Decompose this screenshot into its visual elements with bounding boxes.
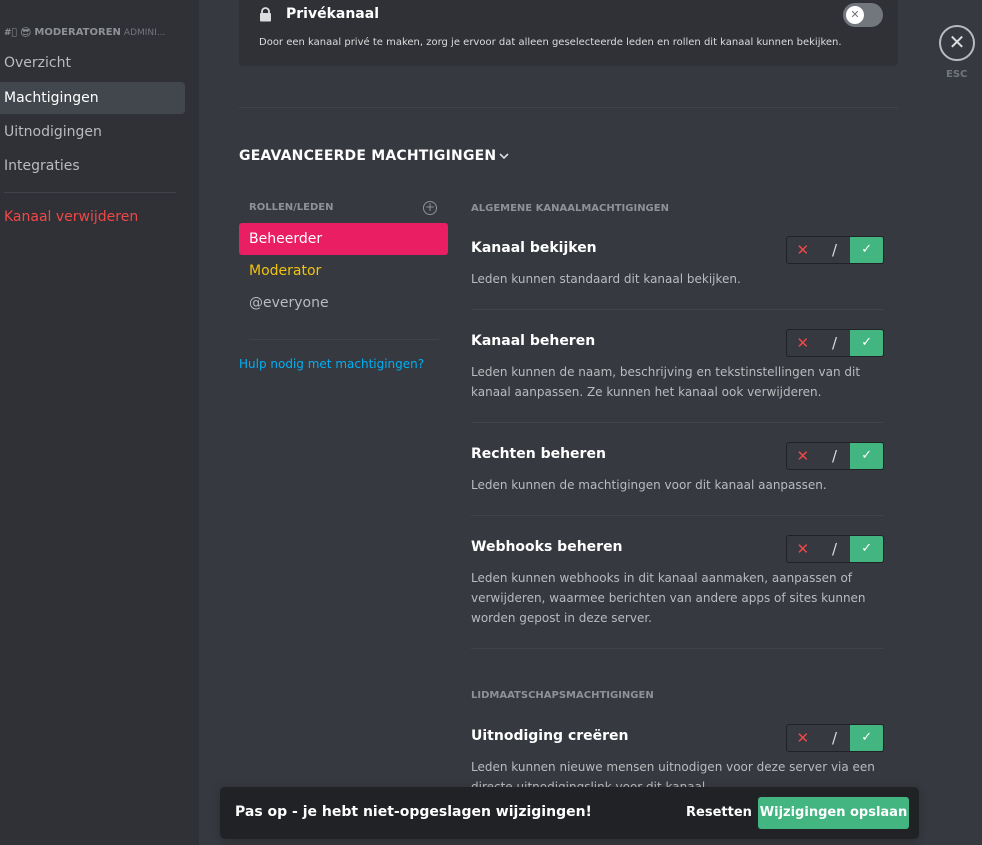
deny-icon[interactable]: ✕ <box>787 330 819 356</box>
permission-toggle-manage-webhooks: ✕ / ✓ <box>786 535 884 563</box>
reset-button[interactable]: Resetten <box>686 797 752 829</box>
permission-title: Kanaal bekijken <box>471 240 597 256</box>
unsaved-changes-text: Pas op - je hebt niet-opgeslagen wijzigi… <box>235 804 592 820</box>
roles-divider <box>249 339 439 340</box>
channel-header: #⃣ 😎 MODERATOREN ADMINI... <box>4 26 165 39</box>
allow-icon[interactable]: ✓ <box>850 443 883 469</box>
permission-title: Uitnodiging creëren <box>471 728 629 744</box>
permission-title: Webhooks beheren <box>471 539 623 555</box>
permission-divider <box>471 515 883 516</box>
permission-toggle-create-invite: ✕ / ✓ <box>786 724 884 752</box>
unsaved-changes-notice: Pas op - je hebt niet-opgeslagen wijzigi… <box>220 787 919 839</box>
permission-description: Leden kunnen de machtigingen voor dit ka… <box>471 478 827 492</box>
general-permissions-header: ALGEMENE KANAALMACHTIGINGEN <box>471 203 669 214</box>
sidebar-divider <box>4 192 176 193</box>
allow-icon[interactable]: ✓ <box>850 237 883 263</box>
permission-toggle-view-channel: ✕ / ✓ <box>786 236 884 264</box>
roles-members-header: ROLLEN/LEDEN <box>249 202 334 213</box>
role-moderator[interactable]: Moderator <box>239 255 448 287</box>
advanced-permissions-title: GEAVANCEERDE MACHTIGINGEN <box>239 148 497 164</box>
neutral-icon[interactable]: / <box>819 330 851 356</box>
sidebar-item-invites[interactable]: Uitnodigingen <box>0 116 185 148</box>
sunglasses-emoji-icon: 😎 <box>19 26 32 39</box>
permission-divider <box>471 648 883 649</box>
esc-label: ESC <box>946 69 968 80</box>
sidebar-item-permissions[interactable]: Machtigingen <box>0 82 185 114</box>
role-everyone[interactable]: @everyone <box>239 287 448 319</box>
channel-hash-icon: #⃣ <box>4 27 17 38</box>
lock-icon <box>259 7 272 26</box>
allow-icon[interactable]: ✓ <box>850 536 883 562</box>
deny-icon[interactable]: ✕ <box>787 725 819 751</box>
permission-description: Leden kunnen de naam, beschrijving en te… <box>471 365 861 399</box>
neutral-icon[interactable]: / <box>819 725 851 751</box>
save-changes-button[interactable]: Wijzigingen opslaan <box>758 797 909 829</box>
channel-category: ADMINI... <box>123 27 166 38</box>
close-button[interactable]: ✕ <box>939 25 975 61</box>
chevron-down-icon[interactable] <box>498 150 510 165</box>
settings-sidebar: #⃣ 😎 MODERATOREN ADMINI... Overzicht Mac… <box>0 0 199 845</box>
permission-toggle-manage-channel: ✕ / ✓ <box>786 329 884 357</box>
membership-permissions-header: LIDMAATSCHAPSMACHTIGINGEN <box>471 690 654 701</box>
private-channel-description: Door een kanaal privé te maken, zorg je … <box>259 37 842 48</box>
permission-divider <box>471 422 883 423</box>
allow-icon[interactable]: ✓ <box>850 330 883 356</box>
channel-name: MODERATOREN <box>34 27 121 38</box>
neutral-icon[interactable]: / <box>819 536 851 562</box>
permission-description: Leden kunnen webhooks in dit kanaal aanm… <box>471 571 866 625</box>
deny-icon[interactable]: ✕ <box>787 443 819 469</box>
private-channel-card: Privékanaal Door een kanaal privé te mak… <box>239 0 898 66</box>
permission-divider <box>471 309 883 310</box>
permission-title: Rechten beheren <box>471 446 606 462</box>
private-channel-toggle[interactable]: ✕ <box>843 3 883 27</box>
permission-toggle-manage-permissions: ✕ / ✓ <box>786 442 884 470</box>
deny-icon[interactable]: ✕ <box>787 237 819 263</box>
delete-channel-button[interactable]: Kanaal verwijderen <box>0 201 185 233</box>
permission-description: Leden kunnen standaard dit kanaal bekijk… <box>471 272 741 286</box>
toggle-off-icon: ✕ <box>846 6 864 24</box>
permissions-help-link[interactable]: Hulp nodig met machtigingen? <box>239 357 424 371</box>
neutral-icon[interactable]: / <box>819 443 851 469</box>
neutral-icon[interactable]: / <box>819 237 851 263</box>
private-channel-title: Privékanaal <box>286 6 380 22</box>
sidebar-item-overview[interactable]: Overzicht <box>0 47 185 79</box>
add-role-icon[interactable]: + <box>423 201 437 215</box>
section-divider <box>239 107 898 108</box>
role-beheerder[interactable]: Beheerder <box>239 223 448 255</box>
deny-icon[interactable]: ✕ <box>787 536 819 562</box>
allow-icon[interactable]: ✓ <box>850 725 883 751</box>
sidebar-item-integrations[interactable]: Integraties <box>0 150 185 182</box>
permission-title: Kanaal beheren <box>471 333 596 349</box>
